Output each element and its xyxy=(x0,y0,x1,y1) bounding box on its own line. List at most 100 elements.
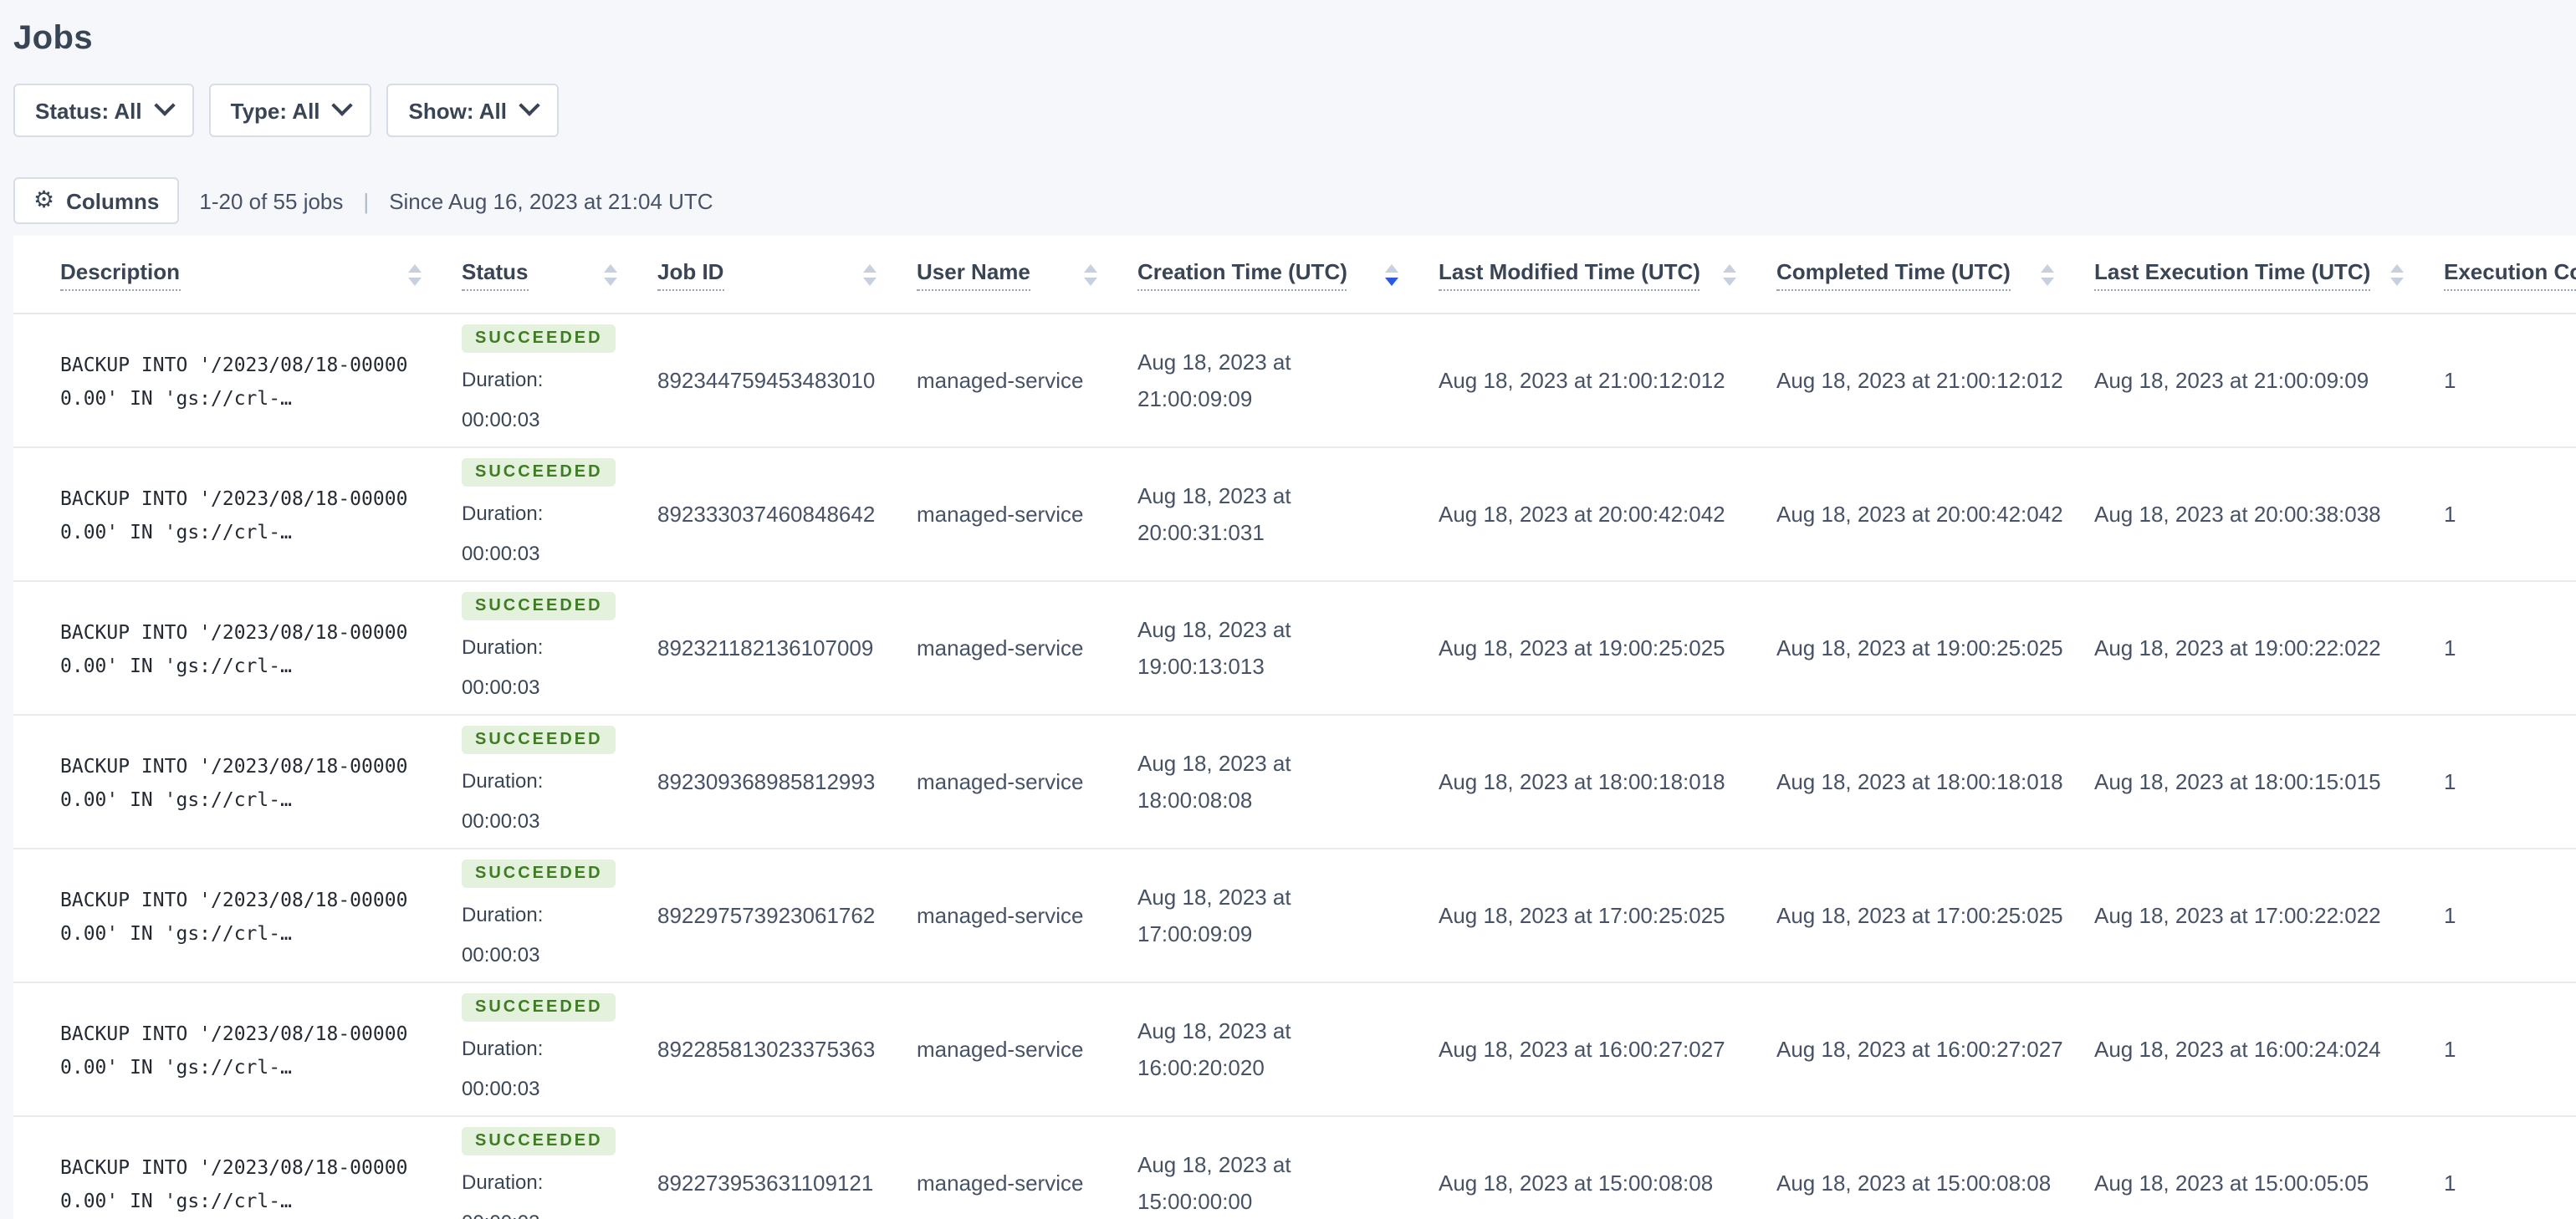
sort-arrows-icon[interactable] xyxy=(1084,263,1097,285)
sort-desc-icon[interactable] xyxy=(1385,277,1398,285)
job-description-link[interactable]: BACKUP INTO '/2023/08/18-000000.00' IN '… xyxy=(60,615,428,681)
last-execution-cell: Aug 18, 2023 at 20:00:38:038 xyxy=(2094,502,2381,527)
completed-time-cell: Aug 18, 2023 at 19:00:25:025 xyxy=(1776,635,2063,661)
columns-button-label: Columns xyxy=(66,188,160,213)
sort-arrows-icon[interactable] xyxy=(863,263,877,285)
job-id-cell: 892297573923061762 xyxy=(657,903,876,928)
jobs-table: Description Status Job ID User Name Crea… xyxy=(13,236,2576,1219)
status-badge: SUCCEEDED xyxy=(462,1126,616,1155)
execution-count-cell: 1 xyxy=(2444,502,2456,527)
duration-value: 00:00:03 xyxy=(462,1076,540,1099)
status-cell: SUCCEEDED Duration: 00:00:03 xyxy=(445,715,641,849)
column-header-label[interactable]: Status xyxy=(462,258,529,290)
since-text: Since Aug 16, 2023 at 21:04 UTC xyxy=(389,188,713,213)
sort-arrows-icon[interactable] xyxy=(1385,263,1398,285)
column-header-label[interactable]: Last Modified Time (UTC) xyxy=(1439,258,1700,290)
sort-asc-icon[interactable] xyxy=(1385,263,1398,272)
status-badge: SUCCEEDED xyxy=(462,324,616,352)
column-header-label[interactable]: Job ID xyxy=(657,258,724,290)
sort-arrows-icon[interactable] xyxy=(408,263,422,285)
sort-desc-icon[interactable] xyxy=(408,277,422,285)
user-name-cell: managed-service xyxy=(917,635,1084,660)
page-title: Jobs xyxy=(13,20,93,57)
user-name-cell: managed-service xyxy=(917,1170,1084,1195)
execution-count-cell: 1 xyxy=(2444,1037,2456,1062)
description-cell: BACKUP INTO '/2023/08/18-000000.00' IN '… xyxy=(13,314,445,447)
sort-desc-icon[interactable] xyxy=(1723,277,1736,285)
column-header-last_execution[interactable]: Last Execution Time (UTC) xyxy=(2078,236,2427,314)
job-description-link[interactable]: BACKUP INTO '/2023/08/18-000000.00' IN '… xyxy=(60,1150,428,1216)
sort-arrows-icon[interactable] xyxy=(2041,263,2054,285)
column-header-execution_count[interactable]: Execution Count xyxy=(2427,236,2576,314)
execution-count-cell: 1 xyxy=(2444,903,2456,928)
table-row: BACKUP INTO '/2023/08/18-000000.00' IN '… xyxy=(13,314,2576,447)
last-modified-cell: Aug 18, 2023 at 15:00:08:08 xyxy=(1439,1171,1714,1196)
duration-label: Duration: xyxy=(462,768,544,792)
column-header-label[interactable]: Last Execution Time (UTC) xyxy=(2094,258,2371,290)
status-filter-dropdown[interactable]: Status: All xyxy=(13,84,194,137)
column-header-label[interactable]: Execution Count xyxy=(2444,258,2576,290)
toolbar-divider: | xyxy=(363,188,370,213)
sort-desc-icon[interactable] xyxy=(2041,277,2054,285)
description-cell: BACKUP INTO '/2023/08/18-000000.00' IN '… xyxy=(13,849,445,982)
table-row: BACKUP INTO '/2023/08/18-000000.00' IN '… xyxy=(13,581,2576,715)
column-header-label[interactable]: User Name xyxy=(917,258,1030,290)
column-header-last_modified[interactable]: Last Modified Time (UTC) xyxy=(1422,236,1760,314)
column-header-job_id[interactable]: Job ID xyxy=(641,236,900,314)
columns-button[interactable]: ⚙ Columns xyxy=(13,177,180,224)
sort-asc-icon[interactable] xyxy=(604,263,617,272)
column-header-user_name[interactable]: User Name xyxy=(900,236,1121,314)
status-cell: SUCCEEDED Duration: 00:00:03 xyxy=(445,447,641,581)
sort-asc-icon[interactable] xyxy=(1084,263,1097,272)
job-id-cell: 892273953631109121 xyxy=(657,1171,874,1196)
column-header-status[interactable]: Status xyxy=(445,236,641,314)
show-filter-dropdown[interactable]: Show: All xyxy=(386,84,560,137)
jobs-count-text: 1-20 of 55 jobs xyxy=(199,188,344,213)
job-description-link[interactable]: BACKUP INTO '/2023/08/18-000000.00' IN '… xyxy=(60,748,428,815)
job-description-link[interactable]: BACKUP INTO '/2023/08/18-000000.00' IN '… xyxy=(60,1016,428,1083)
sort-desc-icon[interactable] xyxy=(604,277,617,285)
last-execution-cell: Aug 18, 2023 at 17:00:22:022 xyxy=(2094,903,2381,928)
column-header-creation_time[interactable]: Creation Time (UTC) xyxy=(1121,236,1422,314)
sort-arrows-icon[interactable] xyxy=(1723,263,1736,285)
column-header-description[interactable]: Description xyxy=(13,236,445,314)
description-cell: BACKUP INTO '/2023/08/18-000000.00' IN '… xyxy=(13,1116,445,1219)
sort-desc-icon[interactable] xyxy=(2390,277,2404,285)
sort-arrows-icon[interactable] xyxy=(2390,263,2404,285)
sort-desc-icon[interactable] xyxy=(1084,277,1097,285)
job-description-link[interactable]: BACKUP INTO '/2023/08/18-000000.00' IN '… xyxy=(60,882,428,949)
jobs-page: Jobs Status: All Type: All Show: All ⚙ C… xyxy=(0,0,2576,1219)
creation-time-cell: Aug 18, 2023 at 18:00:08:08 xyxy=(1137,750,1291,812)
column-header-label[interactable]: Completed Time (UTC) xyxy=(1776,258,2011,290)
duration-value: 00:00:03 xyxy=(462,675,540,698)
last-modified-cell: Aug 18, 2023 at 17:00:25:025 xyxy=(1439,903,1725,928)
sort-asc-icon[interactable] xyxy=(2390,263,2404,272)
column-header-label[interactable]: Creation Time (UTC) xyxy=(1137,258,1347,290)
sort-asc-icon[interactable] xyxy=(863,263,877,272)
duration-value: 00:00:03 xyxy=(462,808,540,832)
status-cell: SUCCEEDED Duration: 00:00:03 xyxy=(445,581,641,715)
sort-asc-icon[interactable] xyxy=(2041,263,2054,272)
jobs-table-card: Description Status Job ID User Name Crea… xyxy=(13,236,2576,1219)
table-row: BACKUP INTO '/2023/08/18-000000.00' IN '… xyxy=(13,715,2576,849)
show-filter-label: Show: All xyxy=(408,98,508,123)
creation-time-cell: Aug 18, 2023 at 19:00:13:013 xyxy=(1137,616,1291,678)
duration-label: Duration: xyxy=(462,1036,544,1059)
last-execution-cell: Aug 18, 2023 at 19:00:22:022 xyxy=(2094,635,2381,661)
job-id-cell: 892321182136107009 xyxy=(657,635,874,661)
last-execution-cell: Aug 18, 2023 at 21:00:09:09 xyxy=(2094,368,2369,393)
user-name-cell: managed-service xyxy=(917,768,1084,793)
duration-label: Duration: xyxy=(462,902,544,926)
description-cell: BACKUP INTO '/2023/08/18-000000.00' IN '… xyxy=(13,715,445,849)
sort-asc-icon[interactable] xyxy=(408,263,422,272)
job-description-link[interactable]: BACKUP INTO '/2023/08/18-000000.00' IN '… xyxy=(60,347,428,414)
job-id-cell: 892285813023375363 xyxy=(657,1037,876,1062)
column-header-label[interactable]: Description xyxy=(60,258,181,290)
sort-asc-icon[interactable] xyxy=(1723,263,1736,272)
column-header-completed_time[interactable]: Completed Time (UTC) xyxy=(1760,236,2078,314)
sort-arrows-icon[interactable] xyxy=(604,263,617,285)
status-badge: SUCCEEDED xyxy=(462,859,616,887)
type-filter-dropdown[interactable]: Type: All xyxy=(208,84,372,137)
job-description-link[interactable]: BACKUP INTO '/2023/08/18-000000.00' IN '… xyxy=(60,481,428,548)
sort-desc-icon[interactable] xyxy=(863,277,877,285)
